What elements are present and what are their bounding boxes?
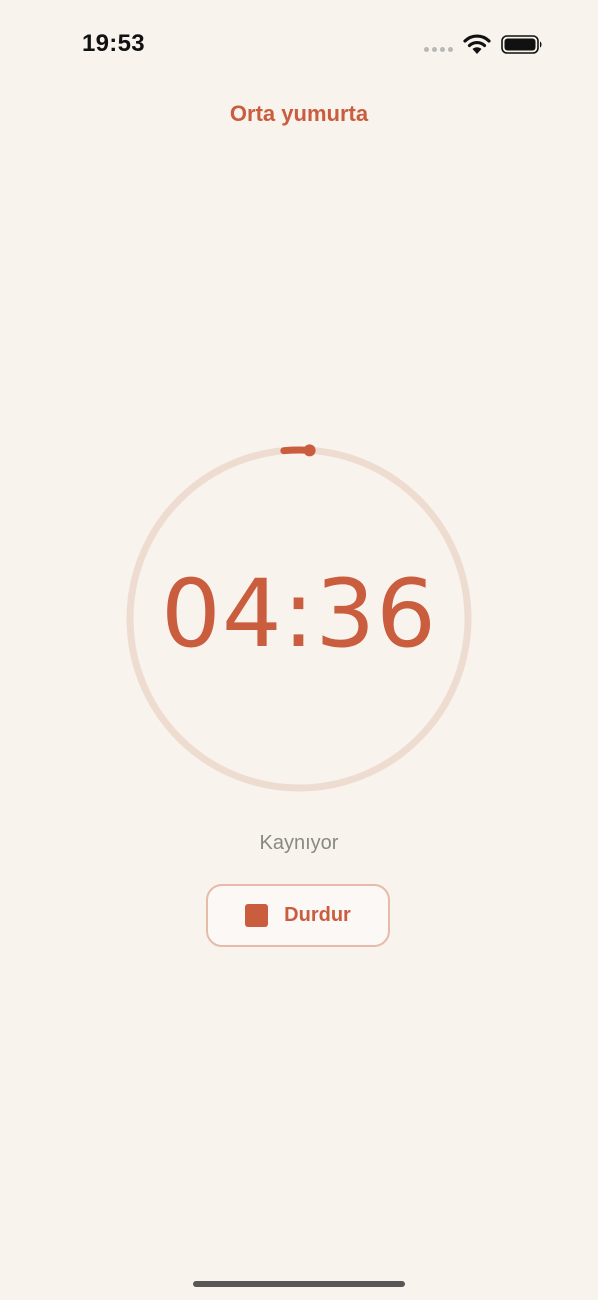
page-title: Orta yumurta <box>229 101 369 126</box>
stop-square-icon <box>245 904 269 927</box>
battery-icon <box>501 35 542 54</box>
timer-display: 04:36 <box>161 560 437 669</box>
signal-dots-icon <box>424 47 454 53</box>
timer-status-label: Kaynıyor <box>259 832 339 854</box>
stop-button-label: Durdur <box>284 904 351 926</box>
status-time: 19:53 <box>82 30 145 57</box>
stop-button[interactable]: Durdur <box>206 884 390 947</box>
ring-progress-knob <box>303 444 316 457</box>
status-bar: 19:53 <box>0 0 598 90</box>
home-indicator[interactable] <box>193 1281 405 1287</box>
wifi-icon <box>463 34 491 54</box>
